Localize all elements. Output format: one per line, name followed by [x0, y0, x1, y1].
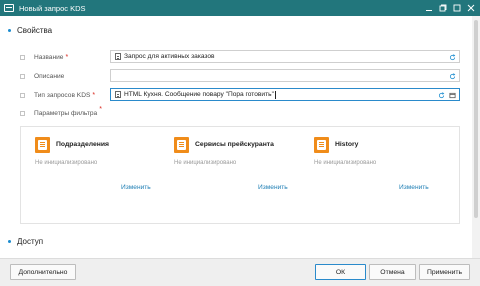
- section-bullet-icon: [8, 29, 11, 32]
- scrollbar-thumb[interactable]: [474, 20, 478, 218]
- kds-type-select[interactable]: HTML Кухня. Сообщение повару "Пора готов…: [110, 88, 460, 101]
- drag-handle-icon: [20, 110, 25, 116]
- close-button[interactable]: [464, 0, 478, 16]
- dialog-content: Свойства Название * Запрос для активных …: [0, 16, 472, 258]
- document-list-icon: [314, 137, 329, 153]
- more-button[interactable]: Дополнительно: [10, 264, 76, 280]
- document-list-icon: [174, 137, 189, 153]
- refresh-icon[interactable]: [448, 53, 456, 61]
- drag-handle-icon: [20, 73, 25, 79]
- restore-icon: [439, 4, 447, 12]
- ok-button[interactable]: ОК: [315, 264, 366, 280]
- minimize-button[interactable]: [422, 0, 436, 16]
- refresh-icon[interactable]: [448, 72, 456, 80]
- field-filter-row: Параметры фильтра *: [20, 105, 102, 119]
- drag-handle-icon: [20, 54, 25, 60]
- required-marker: *: [99, 105, 102, 113]
- section-bullet-icon: [8, 240, 11, 243]
- card-status: Не инициализировано: [35, 160, 98, 166]
- card-status: Не инициализировано: [314, 160, 377, 166]
- window-title: Новый запрос KDS: [19, 3, 86, 13]
- kds-type-value: HTML Кухня. Сообщение повару "Пора готов…: [124, 91, 274, 98]
- window-controls: [422, 0, 478, 16]
- close-icon: [467, 4, 475, 12]
- restore-button[interactable]: [436, 0, 450, 16]
- card-title: History: [335, 141, 359, 148]
- section-properties-label: Свойства: [17, 26, 53, 35]
- section-access-label: Доступ: [17, 237, 44, 246]
- drag-handle-icon: [20, 92, 25, 98]
- edit-link[interactable]: Изменить: [121, 184, 151, 191]
- field-description-label: Описание: [34, 72, 65, 80]
- field-kds-type-row: Тип запросов KDS *: [20, 89, 95, 101]
- maximize-icon: [453, 4, 461, 12]
- maximize-button[interactable]: [450, 0, 464, 16]
- cancel-button[interactable]: Отмена: [369, 264, 416, 280]
- minimize-icon: [426, 10, 432, 11]
- name-input[interactable]: Запрос для активных заказов: [110, 50, 460, 63]
- field-kds-type-label: Тип запросов KDS: [34, 91, 91, 99]
- card-status: Не инициализировано: [174, 160, 237, 166]
- text-caret: [274, 90, 276, 99]
- filter-card-price-services: Сервисы прейскуранта Не инициализировано…: [174, 137, 304, 217]
- required-marker: *: [92, 91, 96, 99]
- field-name-row: Название *: [20, 51, 68, 63]
- card-title: Сервисы прейскуранта: [195, 141, 274, 148]
- vertical-scrollbar[interactable]: [472, 16, 480, 258]
- field-description-row: Описание: [20, 70, 64, 82]
- dialog-footer: Дополнительно ОК Отмена Применить: [0, 258, 480, 286]
- section-access[interactable]: Доступ: [8, 237, 43, 246]
- window-icon: [4, 4, 14, 12]
- document-icon: [115, 53, 121, 60]
- field-filter-label: Параметры фильтра: [34, 109, 98, 117]
- field-name-label: Название: [34, 53, 64, 61]
- open-dialog-icon[interactable]: [448, 91, 456, 99]
- edit-link[interactable]: Изменить: [258, 184, 288, 191]
- description-input[interactable]: [110, 69, 460, 82]
- filter-card-history: History Не инициализировано Изменить: [314, 137, 444, 217]
- required-marker: *: [65, 53, 69, 61]
- name-input-value: Запрос для активных заказов: [124, 53, 215, 60]
- apply-button[interactable]: Применить: [419, 264, 470, 280]
- section-properties[interactable]: Свойства: [8, 26, 52, 35]
- document-list-icon: [35, 137, 50, 153]
- document-icon: [115, 91, 121, 98]
- card-title: Подразделения: [56, 141, 110, 148]
- refresh-icon[interactable]: [437, 91, 445, 99]
- title-bar: Новый запрос KDS: [0, 0, 480, 16]
- filter-panel: Подразделения Не инициализировано Измени…: [20, 126, 460, 224]
- filter-card-departments: Подразделения Не инициализировано Измени…: [35, 137, 165, 217]
- edit-link[interactable]: Изменить: [399, 184, 429, 191]
